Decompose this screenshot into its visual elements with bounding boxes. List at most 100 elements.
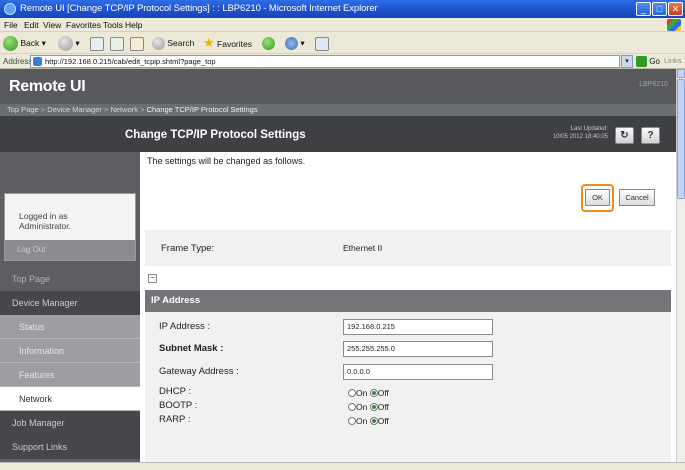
go-arrow-icon [636,56,647,68]
forward-arrow-icon [58,36,73,52]
breadcrumb-separator: > [140,105,145,114]
breadcrumb-device-manager[interactable]: Device Manager [47,105,102,114]
sidebar-item-network[interactable]: Network [0,387,140,411]
login-status: Logged in as Administrator. [19,211,71,231]
subnet-mask-input[interactable]: 255.255.255.0 [343,341,493,357]
dhcp-label: DHCP : [159,386,192,397]
last-updated: Last Updated: 10/05 2012 18:40:05 [520,125,608,141]
settings-notice: The settings will be changed as follows. [147,156,306,166]
refresh-button[interactable] [110,35,124,51]
web-page: Remote UI LBP6210 Top Page > Device Mana… [0,69,676,462]
help-icon: ? [647,130,654,141]
address-input[interactable]: http://192.168.0.215/cab/edit_tcpip.shtm… [30,55,620,68]
menu-tools[interactable]: Tools [103,20,123,30]
favorites-label: Favorites [217,39,252,49]
breadcrumb-separator: > [103,105,109,114]
dhcp-radio-group: On Off [348,388,389,398]
printer-model: LBP6210 [639,81,668,88]
last-updated-label: Last Updated: [570,126,608,132]
rarp-on-radio[interactable] [348,417,356,425]
breadcrumb-current: Change TCP/IP Protocol Settings [146,105,258,114]
bootp-on-radio[interactable] [348,403,356,411]
sidebar-item-support-links[interactable]: Support Links [0,435,140,459]
frame-type-value: Ethernet II [343,243,383,253]
gateway-address-input[interactable]: 0.0.0.0 [343,364,493,380]
subnet-mask-label: Subnet Mask : [159,343,224,354]
history-icon [262,37,275,51]
rarp-off-radio[interactable] [369,417,378,425]
maximize-button[interactable]: □ [652,2,667,16]
search-label: Search [167,38,195,48]
main-content: The settings will be changed as follows.… [140,152,676,462]
login-box: Logged in as Administrator. Log Out [4,193,136,261]
sidebar: Logged in as Administrator. Log Out Top … [0,152,140,462]
menu-favorites[interactable]: Favorites [66,20,101,30]
bootp-on-label: On [356,402,368,412]
breadcrumb: Top Page > Device Manager > Network > Ch… [0,104,676,116]
sidebar-item-features[interactable]: Features [0,363,140,387]
print-button[interactable] [315,35,329,51]
dhcp-off-radio[interactable] [369,389,378,397]
bootp-label: BOOTP : [159,400,198,411]
mail-button[interactable]: ▾ [285,35,305,51]
window-title-bar: Remote UI [Change TCP/IP Protocol Settin… [0,0,685,18]
address-bar: Address http://192.168.0.215/cab/edit_tc… [0,54,685,69]
window-title: Remote UI [Change TCP/IP Protocol Settin… [20,3,378,14]
address-url: http://192.168.0.215/cab/edit_tcpip.shtm… [45,57,216,66]
back-label: Back [20,38,40,48]
sidebar-item-job-manager[interactable]: Job Manager [0,411,140,435]
sidebar-item-status[interactable]: Status [0,315,140,339]
scroll-thumb[interactable] [677,79,685,199]
sidebar-item-top-page[interactable]: Top Page [0,267,140,291]
ok-button[interactable]: OK [585,189,610,206]
search-icon [152,37,165,51]
rarp-on-label: On [356,416,368,426]
browser-toolbar: Back ▾ ▾ Search ★ Favorites ▾ [0,32,685,54]
sidebar-item-device-manager[interactable]: Device Manager [0,291,140,315]
links-toolbar[interactable]: Links [664,56,682,65]
breadcrumb-top-page[interactable]: Top Page [7,105,39,114]
menu-view[interactable]: View [43,20,61,30]
ip-address-label: IP Address : [159,321,211,332]
address-dropdown-icon[interactable]: ▾ [621,55,633,68]
ip-address-input[interactable]: 192.168.0.215 [343,319,493,335]
collapse-toggle-icon[interactable]: − [148,274,157,283]
ip-address-section: IP Address : 192.168.0.215 Subnet Mask :… [145,312,671,462]
menu-edit[interactable]: Edit [24,20,39,30]
close-button[interactable]: ✕ [668,2,683,16]
favorites-star-icon: ★ [203,35,215,50]
menu-help[interactable]: Help [125,20,142,30]
bootp-off-radio[interactable] [369,403,378,411]
scroll-up-icon[interactable] [677,69,685,78]
stop-icon [90,36,104,51]
search-button[interactable]: Search [152,35,194,51]
status-bar [0,462,685,470]
history-button[interactable] [262,35,275,51]
stop-button[interactable] [90,35,104,51]
windows-logo-icon [667,19,681,31]
back-button[interactable]: Back ▾ [3,35,46,52]
rarp-off-label: Off [377,416,389,426]
page-title: Change TCP/IP Protocol Settings [125,129,306,141]
dhcp-on-radio[interactable] [348,389,356,397]
forward-button[interactable]: ▾ [58,35,80,52]
menu-file[interactable]: File [4,20,18,30]
page-title-bar: Change TCP/IP Protocol Settings Last Upd… [0,116,676,152]
cancel-button[interactable]: Cancel [619,189,655,206]
refresh-icon: ↻ [620,130,629,141]
remoteui-logo: Remote UI [9,78,86,95]
minimize-button[interactable]: _ [636,2,651,16]
help-button[interactable]: ? [641,127,660,144]
favorites-button[interactable]: ★ Favorites [203,35,252,51]
last-updated-value: 10/05 2012 18:40:05 [552,134,608,140]
logout-button[interactable]: Log Out [5,240,135,260]
gateway-address-label: Gateway Address : [159,366,239,377]
back-arrow-icon [3,36,18,52]
vertical-scrollbar[interactable] [676,69,685,462]
breadcrumb-network[interactable]: Network [110,105,138,114]
sidebar-item-information[interactable]: Information [0,339,140,363]
refresh-page-button[interactable]: ↻ [615,127,634,144]
home-button[interactable] [130,35,144,51]
dhcp-off-label: Off [377,388,389,398]
go-button[interactable]: Go [636,55,660,68]
